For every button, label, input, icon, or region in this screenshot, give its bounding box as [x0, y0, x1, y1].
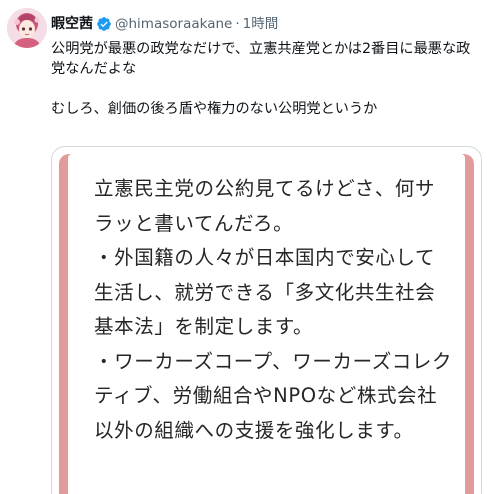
image-text: 立憲民主党の公約見てるけどさ、何サラッと書いてんだろ。 ・外国籍の人々が日本国内… [94, 172, 454, 448]
tweet-header: 暇空茜 @himasoraakane · 1時間 [51, 14, 278, 34]
image-text-line: ・外国籍の人々が日本国内で安心して生活し、就労できる「多文化共生社会基本法」を制… [94, 246, 436, 338]
verified-badge-icon [96, 16, 112, 32]
tweet-paragraph: むしろ、創価の後ろ盾や権力のない公明党というか [51, 101, 378, 117]
avatar-illustration [7, 8, 47, 48]
image-paper: 立憲民主党の公約見てるけどさ、何サラッと書いてんだろ。 ・外国籍の人々が日本国内… [68, 154, 465, 494]
image-text-line: ・ワーカーズコープ、ワーカーズコレクティブ、労働組合やNPOなど株式会社以外の組… [94, 349, 453, 442]
separator-dot: · [235, 16, 240, 32]
avatar[interactable] [7, 8, 47, 48]
image-text-line: 立憲民主党の公約見てるけどさ、何サラッと書いてんだろ。 [94, 177, 436, 235]
tweet-paragraph: 公明党が最悪の政党なだけで、立憲共産党とかは2番目に最悪な政党なんだよな [51, 41, 471, 77]
tweet-text: 公明党が最悪の政党なだけで、立憲共産党とかは2番目に最悪な政党なんだよな むしろ… [51, 39, 481, 119]
user-handle[interactable]: @himasoraakane [115, 14, 232, 34]
timestamp[interactable]: 1時間 [243, 14, 279, 34]
tweet[interactable]: 暇空茜 @himasoraakane · 1時間 公明党が最悪の政党なだけで、立… [0, 0, 494, 494]
display-name[interactable]: 暇空茜 [51, 14, 93, 34]
image-frame: 立憲民主党の公約見てるけどさ、何サラッと書いてんだろ。 ・外国籍の人々が日本国内… [59, 154, 474, 494]
tweet-image[interactable]: 立憲民主党の公約見てるけどさ、何サラッと書いてんだろ。 ・外国籍の人々が日本国内… [51, 146, 482, 494]
